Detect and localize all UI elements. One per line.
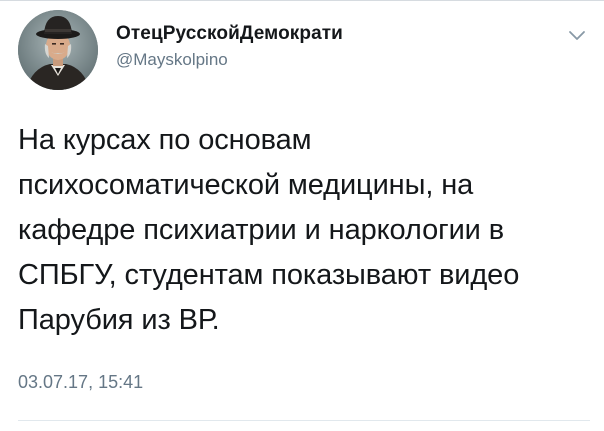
tweet-card: ОтецРусскойДемократи @Mayskolpino На кур…: [0, 0, 604, 431]
user-handle[interactable]: @Mayskolpino: [116, 49, 343, 71]
avatar[interactable]: [18, 10, 98, 90]
chevron-down-icon[interactable]: [568, 30, 586, 42]
tweet-header: ОтецРусскойДемократи @Mayskolpino: [18, 10, 588, 92]
tweet-text-line: СПБГУ, студентам показывают видео: [18, 259, 520, 291]
tweet-text-line: психосоматической медицины, на: [18, 169, 474, 201]
timestamp[interactable]: 03.07.17, 15:41: [18, 372, 143, 393]
tweet-text: На курсах по основам психосоматической м…: [18, 118, 593, 343]
display-name[interactable]: ОтецРусскойДемократи: [116, 22, 343, 46]
author-block: ОтецРусскойДемократи @Mayskolpino: [116, 22, 343, 71]
bottom-divider: [18, 420, 590, 421]
tweet-text-line: На курсах по основам: [18, 124, 312, 156]
avatar-portrait-icon: [18, 10, 98, 90]
tweet-text-line: кафедре психиатрии и наркологии в: [18, 214, 505, 246]
tweet-text-line: Парубия из ВР.: [18, 304, 220, 336]
